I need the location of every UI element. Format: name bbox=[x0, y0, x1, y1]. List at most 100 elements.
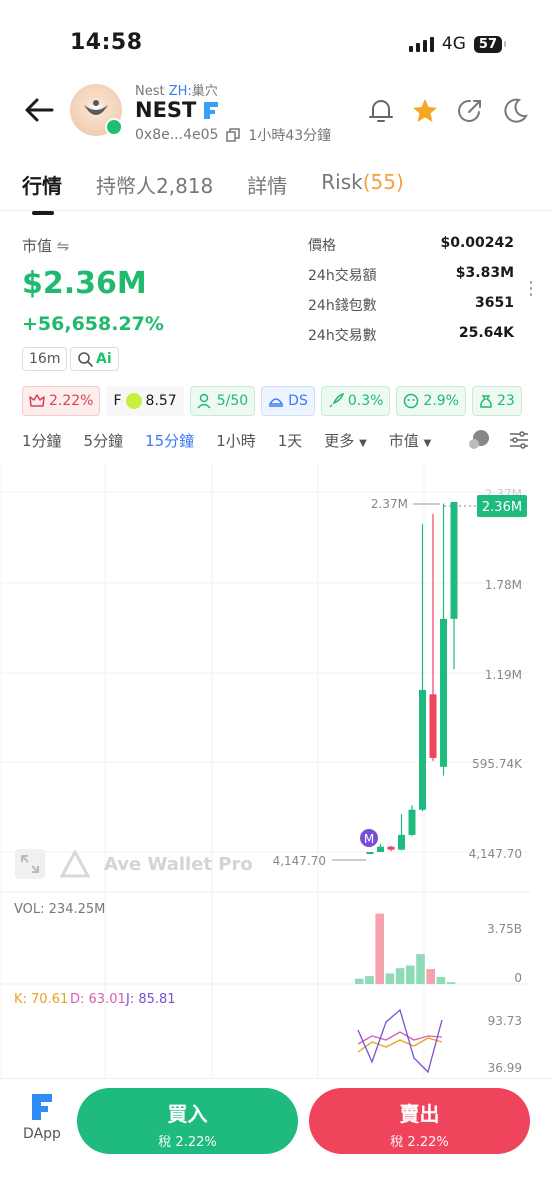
kdj-d-label: D: 63.01 bbox=[70, 992, 126, 1007]
stat-row-price: 價格 $0.00242 bbox=[308, 235, 514, 255]
interval-1h[interactable]: 1小時 bbox=[216, 430, 256, 451]
battery-icon: 57 bbox=[473, 35, 507, 53]
token-address: 0x8e...4e05 bbox=[135, 127, 219, 143]
token-zh-tag: ZH: bbox=[168, 84, 192, 99]
f-score-badge[interactable]: F 8.57 bbox=[106, 386, 184, 416]
rocket-icon bbox=[329, 393, 344, 408]
candle-body bbox=[408, 809, 416, 835]
stat-value: $0.00242 bbox=[440, 235, 514, 251]
f-score-value: 8.57 bbox=[145, 393, 177, 409]
kdj-k-label: K: 70.61 bbox=[14, 992, 68, 1007]
tab-risk[interactable]: Risk(55) bbox=[321, 170, 404, 199]
feather-icon bbox=[125, 393, 142, 409]
badges-row: 2.22% F 8.57 5/50 DS 0.3% 2.9% 23 bbox=[22, 386, 522, 416]
volume-bar bbox=[446, 982, 456, 984]
swap-arrows-icon: ⇋ bbox=[56, 237, 70, 255]
stat-label: 24h交易額 bbox=[308, 268, 377, 284]
volume-bar bbox=[385, 973, 395, 984]
f-score-label: F bbox=[113, 393, 122, 409]
market-cap-label[interactable]: 市值 ⇋ bbox=[22, 235, 69, 256]
back-arrow-icon[interactable] bbox=[22, 94, 56, 126]
volume-bars bbox=[355, 913, 456, 984]
tab-market[interactable]: 行情 bbox=[22, 170, 62, 215]
volume-bar bbox=[375, 913, 384, 984]
fullscreen-icon[interactable] bbox=[14, 848, 46, 880]
tabs-divider bbox=[0, 210, 552, 211]
volume-bar bbox=[355, 978, 364, 984]
buy-button-label: 買入 bbox=[167, 1102, 208, 1126]
metric-dropdown[interactable]: 市值 ▼ bbox=[389, 430, 432, 451]
price-change-percent: +56,658.27% bbox=[22, 313, 164, 335]
more-options-icon[interactable]: ⋮ bbox=[522, 278, 540, 299]
settings-sliders-icon[interactable] bbox=[508, 430, 530, 450]
candle-body bbox=[440, 618, 447, 767]
chart-watermark: Ave Wallet Pro bbox=[14, 848, 253, 880]
interval-15m[interactable]: 15分鐘 bbox=[145, 430, 194, 451]
kdj-lines bbox=[357, 1008, 443, 1074]
status-time: 14:58 bbox=[70, 30, 143, 55]
token-name: NEST bbox=[135, 98, 220, 122]
token-subtitle: Nest ZH:巢穴 bbox=[135, 80, 218, 99]
crown-icon bbox=[29, 394, 45, 407]
current-price-tag-text: 2.36M bbox=[482, 500, 522, 515]
moon-icon[interactable] bbox=[499, 96, 529, 126]
tax-badge[interactable]: 2.22% bbox=[22, 386, 101, 416]
copy-icon[interactable] bbox=[226, 128, 241, 142]
candle-body bbox=[429, 694, 437, 758]
stat-value: $3.83M bbox=[455, 265, 514, 281]
rocket-badge-value: 0.3% bbox=[347, 393, 384, 409]
interval-1m[interactable]: 1分鐘 bbox=[22, 430, 62, 451]
ds-badge[interactable]: DS bbox=[261, 386, 315, 416]
candle-body bbox=[450, 502, 458, 619]
volume-bar bbox=[426, 969, 435, 984]
stat-row-trades: 24h交易數 25.64K bbox=[308, 325, 514, 345]
ds-badge-label: DS bbox=[288, 393, 308, 409]
bell-icon[interactable] bbox=[366, 96, 396, 126]
sell-button[interactable]: 賣出 稅 2.22% bbox=[309, 1088, 530, 1154]
tab-risk-count: (55) bbox=[362, 170, 404, 194]
bag-badge[interactable]: 23 bbox=[472, 386, 522, 416]
holders-badge[interactable]: 5/50 bbox=[189, 386, 256, 416]
stat-row-volume: 24h交易額 $3.83M bbox=[308, 265, 514, 285]
high-price-label: 2.37M bbox=[371, 497, 408, 511]
face-badge[interactable]: 2.9% bbox=[396, 386, 466, 416]
star-favorite-icon[interactable] bbox=[410, 96, 440, 126]
candlestick-chart[interactable]: 2.37M 1.78M 1.19M 595.74K 4,147.70 2.37M… bbox=[0, 462, 530, 1078]
stat-label: 24h交易數 bbox=[308, 328, 377, 344]
stat-value: 3651 bbox=[475, 295, 514, 311]
volume-label: VOL: 234.25M bbox=[14, 902, 105, 917]
volume-bar bbox=[365, 976, 374, 984]
tab-holders[interactable]: 持幣人2,818 bbox=[96, 170, 213, 199]
market-cap-value: $2.36M bbox=[22, 266, 147, 301]
kdj-j-line bbox=[357, 1008, 443, 1074]
volume-bar bbox=[406, 965, 415, 984]
holders-badge-value: 5/50 bbox=[216, 393, 249, 409]
dapp-logo-icon bbox=[32, 1094, 52, 1120]
watermark-text: Ave Wallet Pro bbox=[104, 853, 253, 875]
ave-logo-icon bbox=[60, 850, 90, 878]
nest-logo-icon bbox=[84, 100, 108, 115]
sell-button-label: 賣出 bbox=[399, 1102, 440, 1126]
signal-icon bbox=[408, 36, 434, 52]
token-address-row: 0x8e...4e05 1小時43分鐘 bbox=[135, 125, 331, 145]
volume-axis-label: 3.75B bbox=[487, 922, 522, 936]
face-badge-value: 2.9% bbox=[423, 393, 459, 409]
ai-search-button[interactable]: Ai bbox=[70, 347, 119, 371]
buy-button[interactable]: 買入 稅 2.22% bbox=[77, 1088, 298, 1154]
tab-details[interactable]: 詳情 bbox=[247, 170, 287, 199]
indicator-bubbles-icon[interactable] bbox=[467, 428, 493, 452]
token-age: 1小時43分鐘 bbox=[248, 128, 332, 144]
money-bag-icon bbox=[480, 395, 492, 408]
candle-body bbox=[419, 689, 426, 810]
interval-1d[interactable]: 1天 bbox=[278, 430, 303, 451]
kdj-axis-label: 36.99 bbox=[488, 1061, 522, 1075]
rocket-badge[interactable]: 0.3% bbox=[320, 386, 391, 416]
price-axis-label: 1.78M bbox=[485, 578, 522, 592]
interval-more-dropdown[interactable]: 更多 ▼ bbox=[324, 430, 367, 451]
candles bbox=[366, 502, 458, 854]
user-icon bbox=[197, 393, 211, 409]
share-icon[interactable] bbox=[455, 96, 485, 126]
interval-5m[interactable]: 5分鐘 bbox=[84, 430, 124, 451]
stat-row-wallets: 24h錢包數 3651 bbox=[308, 295, 514, 315]
dapp-button[interactable]: DApp bbox=[20, 1090, 64, 1142]
